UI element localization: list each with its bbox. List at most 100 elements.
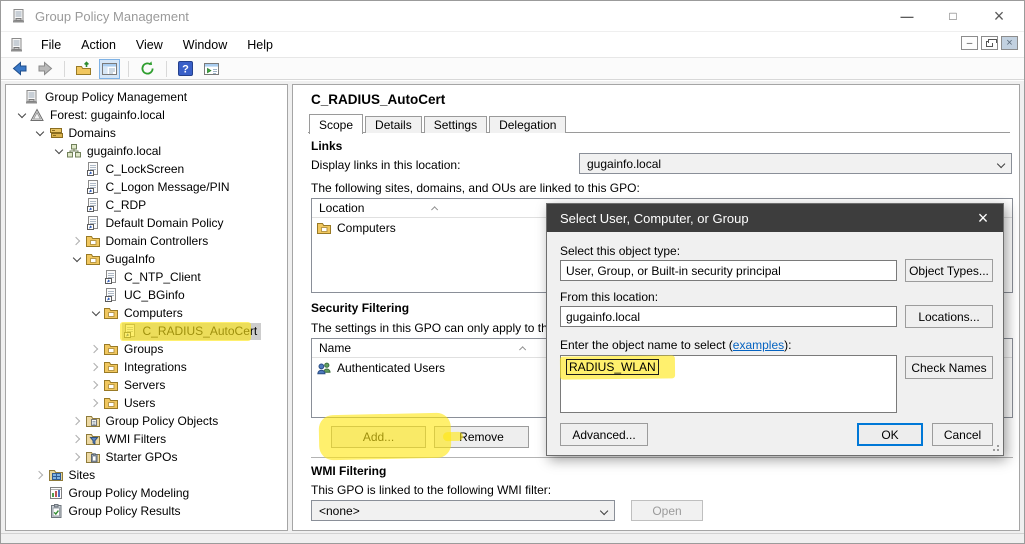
expander-expand-icon[interactable] — [88, 358, 103, 376]
ok-button[interactable]: OK — [857, 423, 923, 446]
ou-icon — [85, 251, 101, 267]
dialog-close-button[interactable]: × — [963, 204, 1003, 232]
tree-item-users[interactable]: Users — [6, 394, 287, 412]
tree-item-group-policy-objects[interactable]: Group Policy Objects — [6, 412, 287, 430]
tree-item-group-policy-results[interactable]: Group Policy Results — [6, 502, 287, 520]
security-filtering-heading: Security Filtering — [311, 301, 409, 315]
forest-icon — [29, 107, 45, 123]
modeling-icon — [48, 485, 64, 501]
tree-item-body: C_NTP_Client — [103, 269, 205, 286]
expander-expand-icon[interactable] — [88, 340, 103, 358]
tree-item-label: Default Domain Policy — [106, 216, 224, 230]
expander-expand-icon[interactable] — [70, 430, 85, 448]
tree-item-computers[interactable]: Computers — [6, 304, 287, 322]
tree-item-label: Group Policy Management — [45, 90, 187, 104]
tree-item-label: Groups — [124, 342, 163, 356]
advanced-button[interactable]: Advanced... — [560, 423, 648, 446]
tree-item-body: Group Policy Management — [24, 89, 191, 106]
tree-item-forest-gugainfo-local[interactable]: Forest: gugainfo.local — [6, 106, 287, 124]
tree-item-label: Computers — [124, 306, 183, 320]
expander-collapse-icon[interactable] — [33, 124, 48, 142]
tree-item-gugainfo-local[interactable]: gugainfo.local — [6, 142, 287, 160]
tree-item-domains[interactable]: Domains — [6, 124, 287, 142]
tree-item-label: Sites — [69, 468, 96, 482]
dropdown-chevron-icon — [601, 504, 607, 518]
expander-collapse-icon[interactable] — [51, 142, 66, 160]
expander-expand-icon[interactable] — [88, 376, 103, 394]
tree-item-default-domain-policy[interactable]: Default Domain Policy — [6, 214, 287, 232]
expander-expand-icon[interactable] — [70, 448, 85, 466]
display-links-dropdown[interactable]: gugainfo.local — [579, 153, 1012, 174]
check-names-button[interactable]: Check Names — [905, 356, 993, 379]
tab-scope[interactable]: Scope — [309, 114, 363, 134]
object-types-button[interactable]: Object Types... — [905, 259, 993, 282]
expander-expand-icon[interactable] — [70, 412, 85, 430]
toolbar-separator — [64, 61, 65, 77]
tree-item-integrations[interactable]: Integrations — [6, 358, 287, 376]
expander-collapse-icon[interactable] — [88, 304, 103, 322]
tree-item-c-radius-autocert[interactable]: C_RADIUS_AutoCert — [6, 322, 287, 340]
tree-item-domain-controllers[interactable]: Domain Controllers — [6, 232, 287, 250]
expander-collapse-icon[interactable] — [14, 106, 29, 124]
open-button[interactable]: Open — [631, 500, 703, 521]
object-name-input[interactable]: RADIUS_WLAN — [560, 355, 897, 413]
menu-item-help[interactable]: Help — [237, 34, 283, 56]
resize-grip-icon[interactable] — [991, 443, 999, 451]
child-close-button[interactable]: × — [1001, 36, 1018, 50]
menu-item-file[interactable]: File — [31, 34, 71, 56]
tree-item-label: gugainfo.local — [87, 144, 161, 158]
child-restore-button[interactable] — [981, 36, 998, 50]
tree-item-c-logon-message-pin[interactable]: C_Logon Message/PIN — [6, 178, 287, 196]
wmi-filtering-heading: WMI Filtering — [311, 464, 386, 478]
back-button[interactable] — [9, 59, 30, 79]
gpo-icon — [122, 323, 138, 339]
locations-button[interactable]: Locations... — [905, 305, 993, 328]
tree-item-group-policy-management[interactable]: Group Policy Management — [6, 88, 287, 106]
tree-item-body: WMI Filters — [85, 431, 171, 448]
forward-button[interactable] — [35, 59, 56, 79]
expander-expand-icon[interactable] — [70, 232, 85, 250]
gpo-icon — [85, 197, 101, 213]
gpo-folder-icon — [85, 413, 101, 429]
child-minimize-button[interactable]: – — [961, 36, 978, 50]
refresh-button[interactable] — [137, 59, 158, 79]
expander-collapse-icon[interactable] — [70, 250, 85, 268]
tab-delegation[interactable]: Delegation — [489, 116, 566, 133]
object-type-label: Select this object type: — [560, 244, 680, 258]
tree-item-sites[interactable]: Sites — [6, 466, 287, 484]
tree-item-starter-gpos[interactable]: Starter GPOs — [6, 448, 287, 466]
tab-settings[interactable]: Settings — [424, 116, 487, 133]
tree-item-c-rdp[interactable]: C_RDP — [6, 196, 287, 214]
tree-item-label: C_Logon Message/PIN — [106, 180, 230, 194]
close-button[interactable]: × — [976, 1, 1022, 31]
examples-link[interactable]: examples — [733, 338, 784, 352]
menu-item-window[interactable]: Window — [173, 34, 237, 56]
tree-item-c-lockscreen[interactable]: C_LockScreen — [6, 160, 287, 178]
display-links-value: gugainfo.local — [587, 157, 998, 171]
console-tree-pane: Group Policy Management Forest: gugainfo.… — [5, 84, 288, 531]
expander-expand-icon[interactable] — [88, 394, 103, 412]
tree-item-servers[interactable]: Servers — [6, 376, 287, 394]
console-tree-toggle-button[interactable] — [99, 59, 120, 79]
links-column-location: Location — [319, 201, 364, 215]
help-button[interactable]: ? — [175, 59, 196, 79]
tree-item-gugainfo[interactable]: GugaInfo — [6, 250, 287, 268]
minimize-button[interactable]: — — [884, 1, 930, 31]
gpmc-icon — [24, 89, 40, 105]
help-icon: ? — [177, 60, 194, 77]
menu-item-view[interactable]: View — [126, 34, 173, 56]
ou-icon — [103, 341, 119, 357]
maximize-button[interactable]: □ — [930, 1, 976, 31]
tab-details[interactable]: Details — [365, 116, 422, 133]
new-window-button[interactable] — [201, 59, 222, 79]
tree-item-uc-bginfo[interactable]: UC_BGinfo — [6, 286, 287, 304]
tree-item-c-ntp-client[interactable]: C_NTP_Client — [6, 268, 287, 286]
expander-expand-icon[interactable] — [33, 466, 48, 484]
menu-item-action[interactable]: Action — [71, 34, 126, 56]
wmi-filter-dropdown[interactable]: <none> — [311, 500, 615, 521]
tree-item-group-policy-modeling[interactable]: Group Policy Modeling — [6, 484, 287, 502]
export-list-button[interactable] — [73, 59, 94, 79]
tree-item-wmi-filters[interactable]: WMI Filters — [6, 430, 287, 448]
tree-item-groups[interactable]: Groups — [6, 340, 287, 358]
cancel-button[interactable]: Cancel — [932, 423, 993, 446]
